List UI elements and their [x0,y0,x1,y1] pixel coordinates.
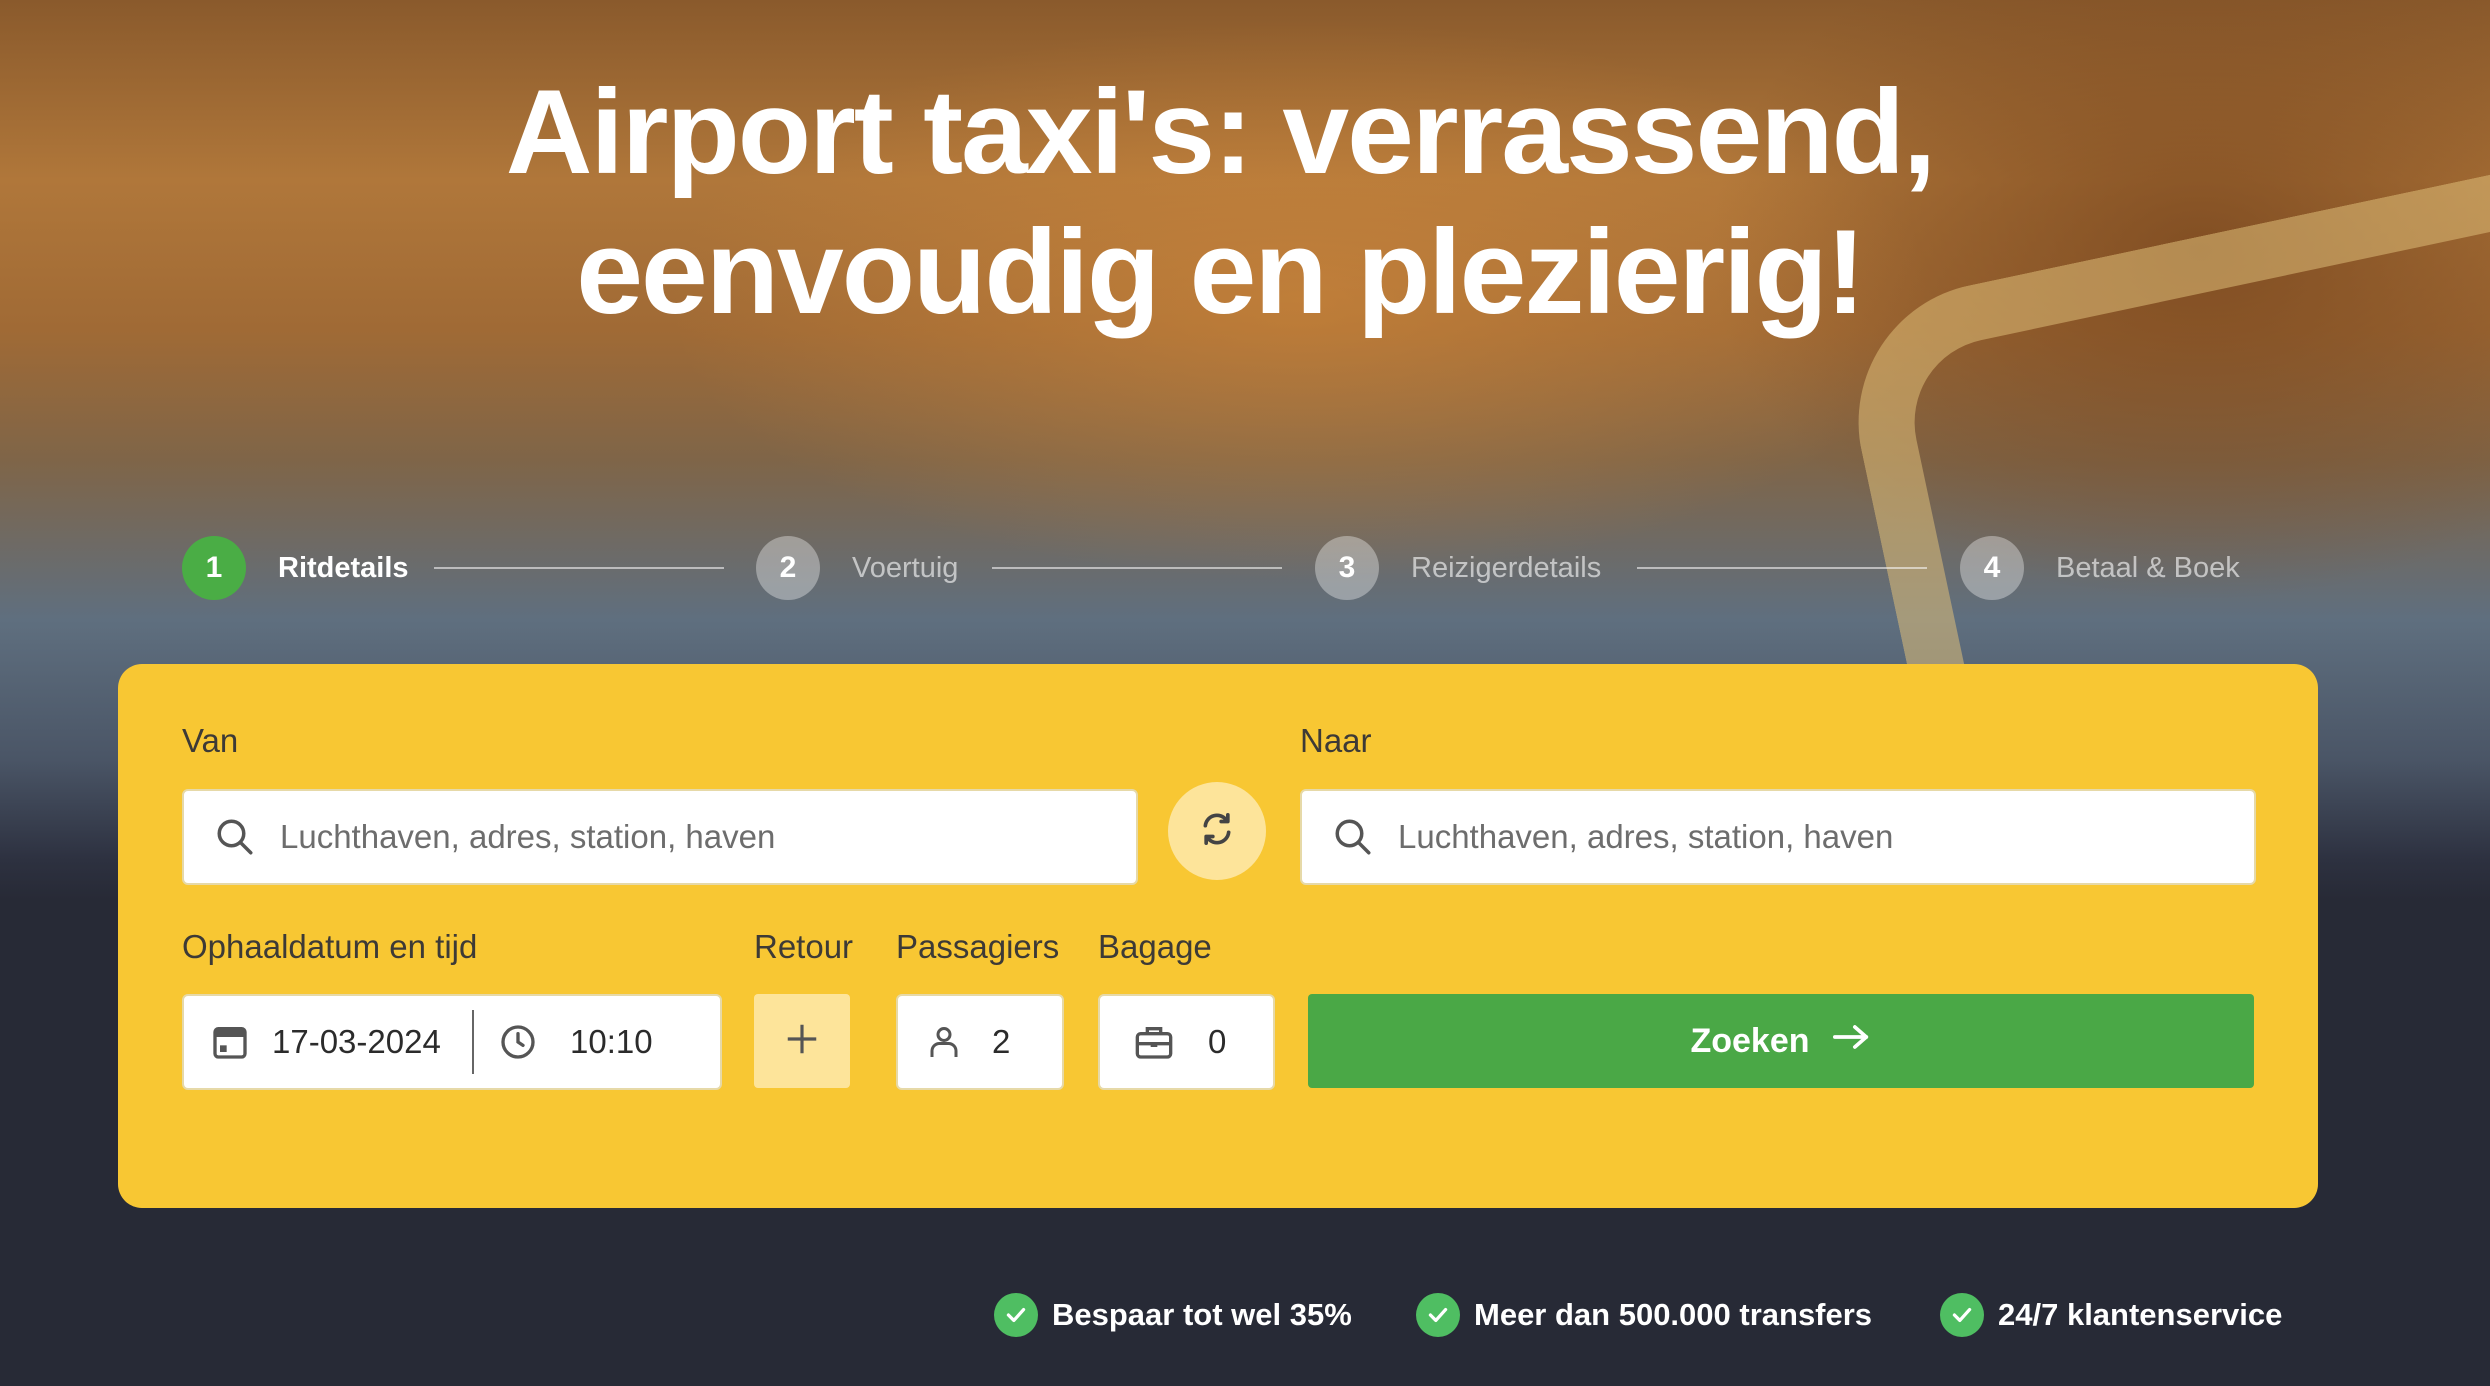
clock-icon [498,1022,538,1062]
step-number: 3 [1315,536,1379,600]
field-divider [472,1010,474,1074]
swap-icon [1197,809,1237,854]
step-label: Ritdetails [278,551,409,584]
step-connector [992,567,1282,569]
to-label: Naar [1300,722,1372,759]
step-ritdetails[interactable]: 1 Ritdetails [182,536,409,600]
briefcase-icon [1132,1022,1176,1062]
person-icon [926,1022,962,1062]
search-icon [214,816,256,858]
step-number: 1 [182,536,246,600]
passengers-field[interactable]: 2 [896,994,1064,1090]
check-icon [994,1293,1038,1337]
usp-item: Meer dan 500.000 transfers [1416,1290,1872,1340]
pickup-time[interactable]: 10:10 [570,1023,653,1061]
check-icon [1416,1293,1460,1337]
step-label: Betaal & Boek [2056,551,2240,584]
usp-text: Meer dan 500.000 transfers [1474,1297,1873,1332]
usp-text: Bespaar tot wel 35% [1052,1297,1352,1332]
retour-label: Retour [754,928,854,965]
plus-icon [783,1020,821,1063]
search-button-label: Zoeken [1690,1021,1810,1060]
check-icon [1940,1293,1984,1337]
step-connector [434,567,724,569]
step-reizigerdetails[interactable]: 3 Reizigerdetails [1315,536,1601,600]
add-return-button[interactable] [754,994,850,1088]
pickup-label: Ophaaldatum en tijd [182,928,478,965]
passengers-label: Passagiers [896,928,1060,965]
step-label: Voertuig [852,551,959,584]
pickup-datetime-field[interactable]: 17-03-2024 10:10 [182,994,722,1090]
step-number: 2 [756,536,820,600]
luggage-label: Bagage [1098,928,1212,965]
pickup-date[interactable]: 17-03-2024 [272,1023,472,1061]
to-field[interactable] [1300,789,2256,885]
step-connector [1637,567,1927,569]
headline-line-1: Airport taxi's: verrassend, [505,65,1936,199]
from-label: Van [182,722,239,759]
luggage-value: 0 [1208,1023,1227,1060]
luggage-field[interactable]: 0 [1098,994,1275,1090]
usp-text: 24/7 klantenservice [1998,1297,2283,1332]
step-betaal-boek[interactable]: 4 Betaal & Boek [1960,536,2240,600]
from-field[interactable] [182,789,1138,885]
step-voertuig[interactable]: 2 Voertuig [756,536,958,600]
search-button[interactable]: Zoeken [1308,994,2254,1088]
usp-item: 24/7 klantenservice [1940,1290,2282,1340]
to-input[interactable] [1398,818,2254,856]
usp-item: Bespaar tot wel 35% [994,1290,1352,1340]
step-number: 4 [1960,536,2024,600]
headline-line-2: eenvoudig en plezierig! [576,205,1866,339]
swap-locations-button[interactable] [1168,782,1266,880]
step-label: Reizigerdetails [1411,551,1602,584]
calendar-icon [210,1022,250,1062]
from-input[interactable] [280,818,1136,856]
arrow-right-icon [1810,1022,1872,1061]
booking-stepper: 1 Ritdetails 2 Voertuig 3 Reizigerdetail… [0,536,2490,600]
search-icon [1332,816,1374,858]
passengers-value: 2 [992,1023,1011,1060]
page-title: Airport taxi's: verrassend, eenvoudig en… [0,62,2440,342]
